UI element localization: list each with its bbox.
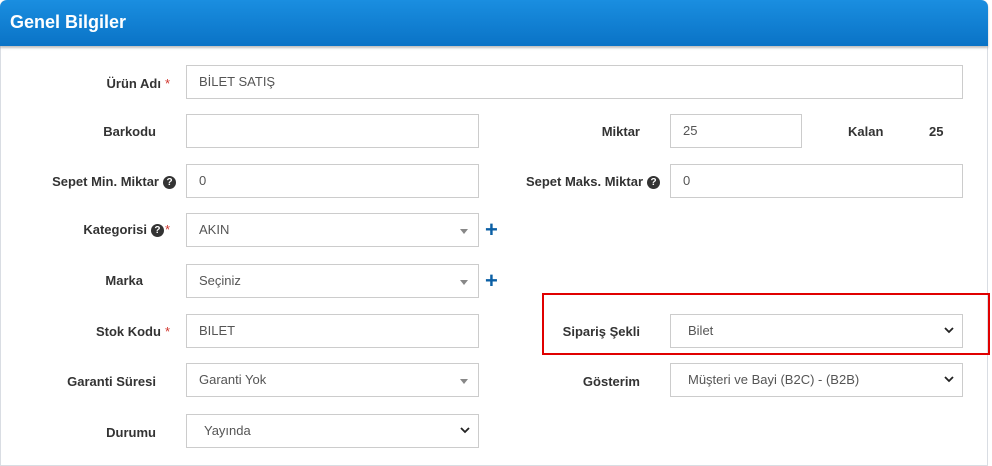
gosterim-label: Gösterim [582, 374, 640, 389]
caret-down-icon [460, 280, 468, 285]
durumu-select[interactable]: Yayında [186, 414, 479, 448]
add-marka-icon[interactable]: + [485, 270, 498, 292]
urun-adi-label: Ürün Adı * [106, 76, 170, 91]
caret-down-icon [460, 229, 468, 234]
garanti-suresi-select[interactable]: Garanti Yok [186, 363, 479, 397]
marka-select[interactable]: Seçiniz [186, 264, 479, 298]
chevron-down-icon [460, 427, 470, 434]
help-icon[interactable]: ? [163, 176, 176, 189]
required-mark: * [164, 222, 170, 237]
miktar-label: Miktar [601, 124, 640, 139]
panel-header: Genel Bilgiler [0, 0, 988, 46]
sepet-min-label: Sepet Min. Miktar? [20, 174, 176, 189]
add-kategori-icon[interactable]: + [485, 219, 498, 241]
garanti-suresi-label: Garanti Süresi [67, 374, 156, 389]
kalan-label: Kalan [848, 124, 884, 139]
kategorisi-select[interactable]: AKIN [186, 213, 479, 247]
barkodu-label: Barkodu [103, 124, 156, 139]
marka-label: Marka [105, 273, 143, 288]
caret-down-icon [460, 379, 468, 384]
chevron-down-icon [944, 327, 954, 334]
help-icon[interactable]: ? [150, 224, 164, 237]
siparis-sekli-label: Sipariş Şekli [562, 324, 640, 339]
sepet-maks-input[interactable]: 0 [670, 164, 963, 198]
stok-kodu-label: Stok Kodu * [95, 324, 170, 339]
panel-title: Genel Bilgiler [10, 12, 127, 32]
sepet-maks-label: Sepet Maks. Miktar? [500, 174, 660, 189]
stok-kodu-input[interactable]: BILET [186, 314, 479, 348]
kategorisi-label: Kategorisi? * [83, 222, 170, 237]
help-icon[interactable]: ? [647, 176, 660, 189]
required-mark: * [164, 324, 170, 339]
required-mark: * [164, 76, 170, 91]
kalan-value: 25 [929, 124, 944, 139]
miktar-input[interactable]: 25 [670, 114, 802, 148]
urun-adi-input[interactable]: BİLET SATIŞ [186, 65, 963, 99]
barkodu-input[interactable] [186, 114, 479, 148]
siparis-sekli-select[interactable]: Bilet [670, 314, 963, 348]
gosterim-select[interactable]: Müşteri ve Bayi (B2C) - (B2B) [670, 363, 963, 397]
durumu-label: Durumu [106, 425, 156, 440]
chevron-down-icon [944, 376, 954, 383]
sepet-min-input[interactable]: 0 [186, 164, 479, 198]
